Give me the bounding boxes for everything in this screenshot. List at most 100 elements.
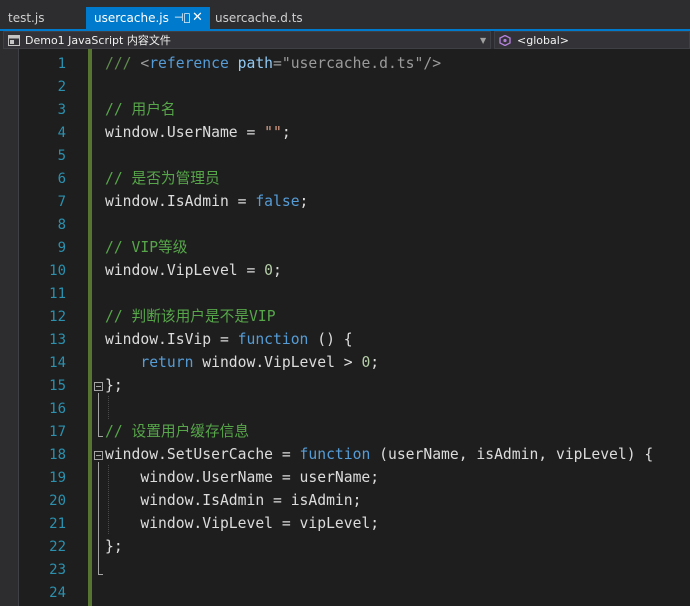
code-line[interactable]: 6 // 是否为管理员 <box>0 167 690 190</box>
code-token: // 是否为管理员 <box>105 170 220 187</box>
line-number: 18 <box>49 447 66 463</box>
code-token: // VIP等级 <box>105 239 188 256</box>
code-line[interactable]: 5 <box>0 144 690 167</box>
code-line[interactable]: 4 window.UserName = ""; <box>0 121 690 144</box>
collapse-icon[interactable] <box>94 451 103 460</box>
code-editor[interactable]: 1 /// <reference path="usercache.d.ts"/> 2… <box>0 49 690 606</box>
code-token: function <box>237 331 309 348</box>
code-token: () { <box>308 331 353 348</box>
code-line[interactable]: 19 window.UserName = userName; <box>0 466 690 489</box>
line-number: 1 <box>57 56 66 72</box>
code-token: ; <box>273 262 282 279</box>
code-token: window.IsAdmin = <box>105 193 256 210</box>
code-token: function <box>299 446 371 463</box>
code-line[interactable]: 22}; <box>0 535 690 558</box>
code-text[interactable]: // 用户名 <box>105 102 176 118</box>
code-text[interactable]: window.IsAdmin = false; <box>105 194 308 210</box>
code-line[interactable]: 14 return window.VipLevel > 0; <box>0 351 690 374</box>
outline-end <box>98 574 103 575</box>
line-number: 13 <box>49 332 66 348</box>
outline-line <box>98 462 99 574</box>
line-number: 5 <box>57 148 66 164</box>
line-number: 10 <box>49 263 66 279</box>
code-line[interactable]: 2 <box>0 75 690 98</box>
code-line[interactable]: 23 <box>0 558 690 581</box>
code-text[interactable]: window.VipLevel = vipLevel; <box>105 516 379 532</box>
code-text[interactable]: // 判断该用户是不是VIP <box>105 309 276 325</box>
tab-test-js[interactable]: test.js <box>0 7 86 29</box>
code-text[interactable]: return window.VipLevel > 0; <box>105 355 379 371</box>
code-text[interactable]: // VIP等级 <box>105 240 187 256</box>
code-text[interactable]: window.IsVip = function () { <box>105 332 353 348</box>
code-token: ; <box>299 193 309 210</box>
line-number: 4 <box>57 125 66 141</box>
line-number: 22 <box>49 539 66 555</box>
code-text[interactable]: window.IsAdmin = isAdmin; <box>105 493 361 509</box>
code-line[interactable]: 21 window.VipLevel = vipLevel; <box>0 512 690 535</box>
code-token: window.SetUserCache = <box>105 446 300 463</box>
tab-label: test.js <box>8 11 45 25</box>
code-line[interactable]: 7 window.IsAdmin = false; <box>0 190 690 213</box>
tab-usercache-js[interactable]: usercache.js ⊣⃒ ✕ <box>86 7 210 29</box>
line-number: 9 <box>57 240 66 256</box>
code-token: // 判断该用户是不是VIP <box>105 308 276 325</box>
code-text[interactable]: window.VipLevel = 0; <box>105 263 282 279</box>
code-text[interactable]: }; <box>105 378 123 394</box>
code-token: window.UserName = userName; <box>105 469 380 486</box>
code-line[interactable]: 24 <box>0 581 690 604</box>
code-line[interactable]: 18 window.SetUserCache = function (userNa… <box>0 443 690 466</box>
code-line[interactable]: 20 window.IsAdmin = isAdmin; <box>0 489 690 512</box>
code-line[interactable]: 9 // VIP等级 <box>0 236 690 259</box>
code-text[interactable]: window.UserName = userName; <box>105 470 379 486</box>
code-line[interactable]: 8 <box>0 213 690 236</box>
code-token: window.UserName = <box>105 124 265 141</box>
scope-dropdown[interactable]: <global> <box>494 31 690 49</box>
line-number: 14 <box>49 355 66 371</box>
code-token: window.VipLevel > <box>193 354 362 371</box>
code-token: }; <box>105 377 123 394</box>
line-number: 12 <box>49 309 66 325</box>
code-token: path <box>237 55 274 72</box>
line-number: 23 <box>49 562 66 578</box>
project-name: Demo1 JavaScript 内容文件 <box>25 34 171 47</box>
code-line[interactable]: 17 // 设置用户缓存信息 <box>0 420 690 443</box>
code-line[interactable]: 12 // 判断该用户是不是VIP <box>0 305 690 328</box>
code-token: < <box>131 55 150 72</box>
code-line[interactable]: 10 window.VipLevel = 0; <box>0 259 690 282</box>
line-number: 2 <box>57 79 66 95</box>
code-token: ; <box>370 354 380 371</box>
pin-icon[interactable]: ⊣⃒ <box>174 7 190 29</box>
indent-guide <box>108 465 109 534</box>
global-scope-icon <box>499 35 511 46</box>
code-token: 0 <box>264 262 274 279</box>
collapse-icon[interactable] <box>94 382 103 391</box>
code-text[interactable]: // 是否为管理员 <box>105 171 220 187</box>
code-text[interactable]: }; <box>105 539 123 555</box>
code-lines: 1 /// <reference path="usercache.d.ts"/> 2… <box>0 52 690 604</box>
line-number: 17 <box>49 424 66 440</box>
code-text[interactable]: /// <reference path="usercache.d.ts"/> <box>105 56 441 72</box>
outline-line <box>98 393 99 436</box>
code-line[interactable]: 11 <box>0 282 690 305</box>
code-text[interactable]: window.SetUserCache = function (userName… <box>105 447 653 463</box>
line-number: 7 <box>57 194 66 210</box>
code-text[interactable]: window.UserName = ""; <box>105 125 291 141</box>
code-text[interactable]: // 设置用户缓存信息 <box>105 424 249 440</box>
code-line[interactable]: 1 /// <reference path="usercache.d.ts"/> <box>0 52 690 75</box>
code-token: // 用户名 <box>105 101 176 118</box>
line-number: 24 <box>49 585 66 601</box>
code-line[interactable]: 3 // 用户名 <box>0 98 690 121</box>
code-token: window.IsVip = <box>105 331 238 348</box>
code-line[interactable]: 16 <box>0 397 690 420</box>
code-line[interactable]: 15}; <box>0 374 690 397</box>
code-line[interactable]: 13 window.IsVip = function () { <box>0 328 690 351</box>
tab-usercache-d-ts[interactable]: usercache.d.ts <box>210 7 320 29</box>
close-icon[interactable]: ✕ <box>192 7 203 29</box>
code-token: 0 <box>361 354 371 371</box>
code-token: (userName, isAdmin, vipLevel) { <box>370 446 654 463</box>
line-number: 20 <box>49 493 66 509</box>
project-dropdown[interactable]: Demo1 JavaScript 内容文件 ▼ <box>3 31 491 49</box>
code-token: // 设置用户缓存信息 <box>105 423 250 440</box>
line-number: 21 <box>49 516 66 532</box>
